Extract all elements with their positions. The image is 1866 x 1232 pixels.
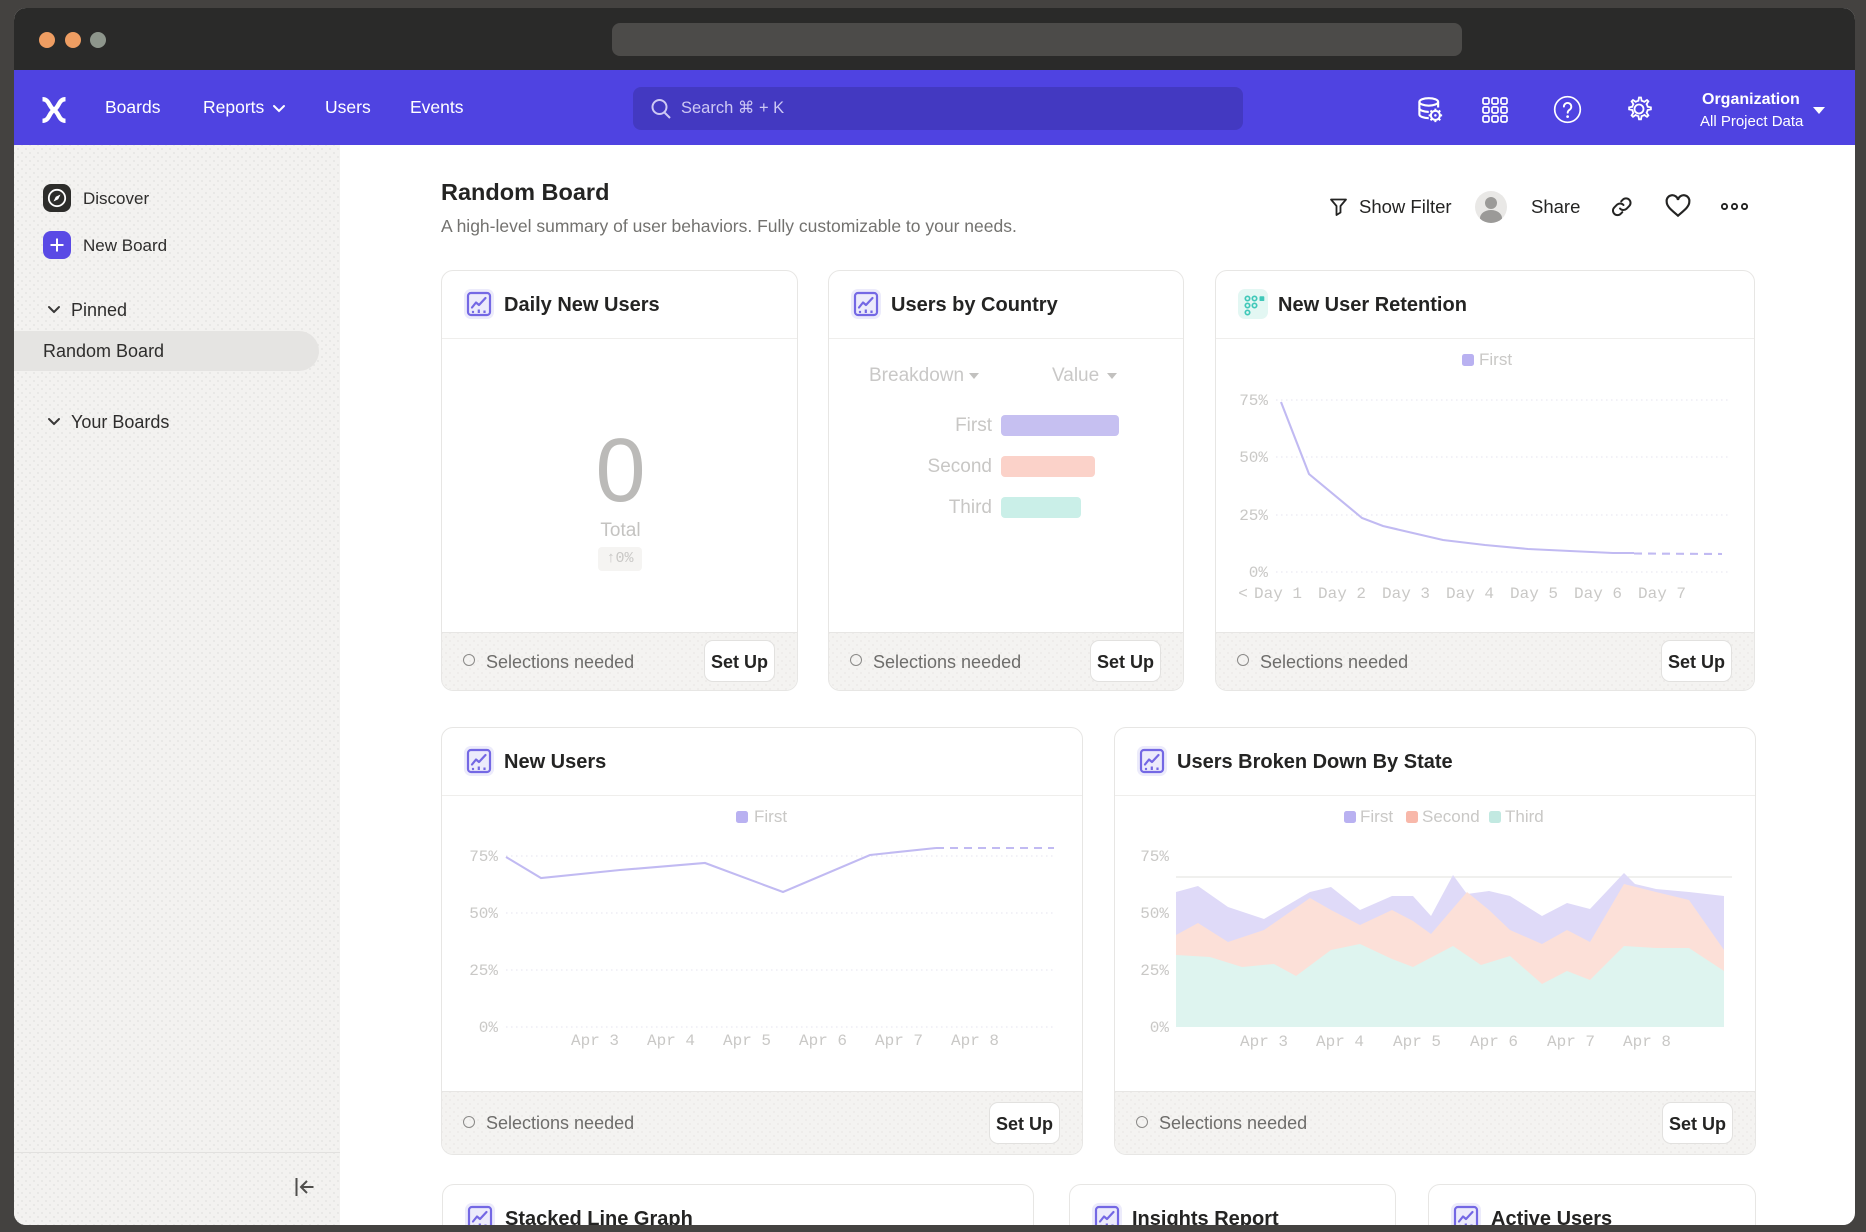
- svg-text:0%: 0%: [479, 1019, 499, 1037]
- svg-text:Apr 6: Apr 6: [1470, 1033, 1518, 1051]
- svg-text:75%: 75%: [1140, 848, 1169, 866]
- svg-text:25%: 25%: [469, 962, 498, 980]
- svg-text:Apr 5: Apr 5: [723, 1032, 771, 1050]
- svg-text:Apr 7: Apr 7: [875, 1032, 923, 1050]
- svg-text:Apr 5: Apr 5: [1393, 1033, 1441, 1051]
- svg-text:<: <: [1238, 585, 1248, 603]
- svg-text:Apr 8: Apr 8: [1623, 1033, 1671, 1051]
- svg-text:Day 7: Day 7: [1638, 585, 1686, 603]
- svg-text:Day 3: Day 3: [1382, 585, 1430, 603]
- svg-text:Apr 3: Apr 3: [1240, 1033, 1288, 1051]
- svg-text:Day 1: Day 1: [1254, 585, 1302, 603]
- svg-text:75%: 75%: [469, 848, 498, 866]
- svg-text:75%: 75%: [1239, 392, 1268, 410]
- svg-text:Apr 6: Apr 6: [799, 1032, 847, 1050]
- svg-text:Apr 4: Apr 4: [1316, 1033, 1364, 1051]
- svg-text:0%: 0%: [1249, 564, 1269, 582]
- svg-text:First: First: [754, 807, 787, 826]
- svg-text:Second: Second: [1422, 807, 1480, 826]
- svg-text:First: First: [1479, 350, 1512, 369]
- svg-text:0%: 0%: [1150, 1019, 1170, 1037]
- svg-text:Apr 8: Apr 8: [951, 1032, 999, 1050]
- svg-text:50%: 50%: [1239, 449, 1268, 467]
- svg-text:Apr 4: Apr 4: [647, 1032, 695, 1050]
- svg-text:Day 6: Day 6: [1574, 585, 1622, 603]
- svg-text:Day 2: Day 2: [1318, 585, 1366, 603]
- svg-text:Third: Third: [1505, 807, 1544, 826]
- svg-text:50%: 50%: [1140, 905, 1169, 923]
- svg-text:Apr 7: Apr 7: [1547, 1033, 1595, 1051]
- svg-text:Apr 3: Apr 3: [571, 1032, 619, 1050]
- svg-text:25%: 25%: [1239, 507, 1268, 525]
- svg-text:Day 5: Day 5: [1510, 585, 1558, 603]
- svg-text:Day 4: Day 4: [1446, 585, 1494, 603]
- svg-text:25%: 25%: [1140, 962, 1169, 980]
- svg-text:First: First: [1360, 807, 1393, 826]
- svg-text:50%: 50%: [469, 905, 498, 923]
